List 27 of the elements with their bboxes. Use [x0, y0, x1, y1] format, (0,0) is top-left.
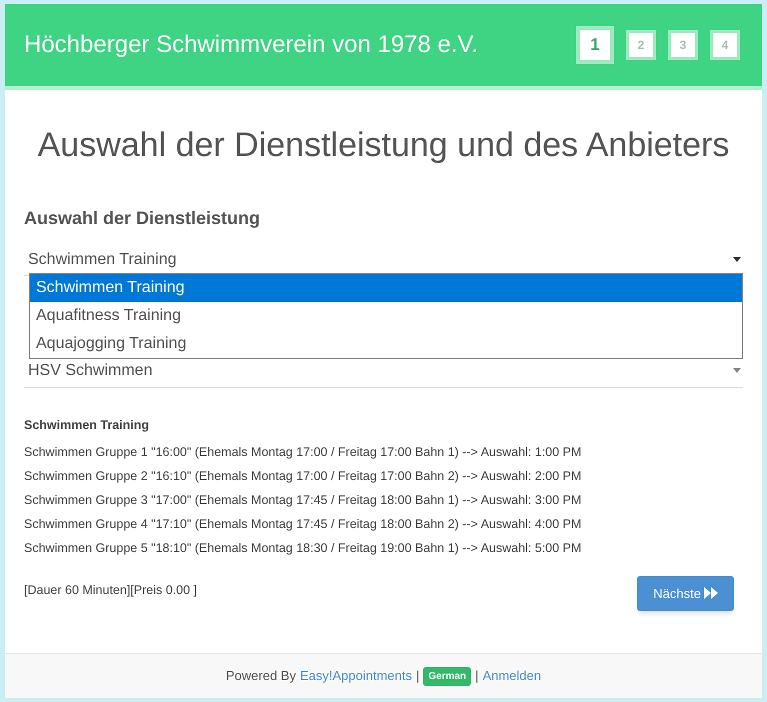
- step-indicator[interactable]: 4: [710, 30, 740, 60]
- fast-forward-icon: [704, 587, 718, 600]
- language-badge[interactable]: German: [423, 666, 472, 686]
- schedule-line: Schwimmen Gruppe 4 "17:10" (Ehemals Montag 17:45 / Freitag 18:00 Bahn 2) --> Auswahl: 4:00 PM: [24, 516, 582, 534]
- dropdown-option[interactable]: Schwimmen Training: [30, 274, 742, 302]
- service-title: Schwimmen Training: [24, 417, 150, 434]
- step-indicator[interactable]: 2: [626, 30, 656, 60]
- schedule-line: Schwimmen Gruppe 2 "16:10" (Ehemals Montag 17:00 / Freitag 17:00 Bahn 2) --> Auswahl: 2:00 PM: [24, 468, 582, 486]
- step-indicator[interactable]: 1: [576, 26, 614, 64]
- provider-select[interactable]: HSV Schwimmen: [24, 354, 743, 388]
- page-title: Auswahl der Dienstleistung und des Anbieters: [36, 125, 730, 166]
- next-button[interactable]: Nächste: [637, 576, 734, 611]
- step-indicator[interactable]: 3: [668, 30, 698, 60]
- caret-icon: [733, 368, 741, 373]
- schedule-line: Schwimmen Gruppe 3 "17:00" (Ehemals Montag 17:45 / Freitag 18:00 Bahn 1) --> Auswahl: 3:00 PM: [24, 492, 582, 510]
- footer-link[interactable]: Anmelden: [482, 666, 542, 686]
- footer-text: |: [475, 667, 479, 686]
- caret-icon: [733, 257, 741, 262]
- footer-text: Powered By: [226, 667, 296, 686]
- section-heading: Auswahl der Dienstleistung: [24, 207, 262, 230]
- dropdown-option[interactable]: Aquafitness Training: [30, 302, 742, 330]
- footer-link[interactable]: Easy!Appointments: [300, 666, 412, 686]
- schedule-line: Schwimmen Gruppe 1 "16:00" (Ehemals Montag 17:00 / Freitag 17:00 Bahn 1) --> Auswahl: 1:00 PM: [24, 444, 582, 462]
- footer-text: |: [416, 667, 420, 686]
- site-title: Höchberger Schwimmverein von 1978 e.V.: [24, 30, 478, 60]
- schedule-line: Schwimmen Gruppe 5 "18:10" (Ehemals Montag 18:30 / Freitag 19:00 Bahn 1) --> Auswahl: 5:00 PM: [24, 540, 582, 558]
- duration-price-text: [Dauer 60 Minuten][Preis 0.00 ]: [24, 582, 198, 599]
